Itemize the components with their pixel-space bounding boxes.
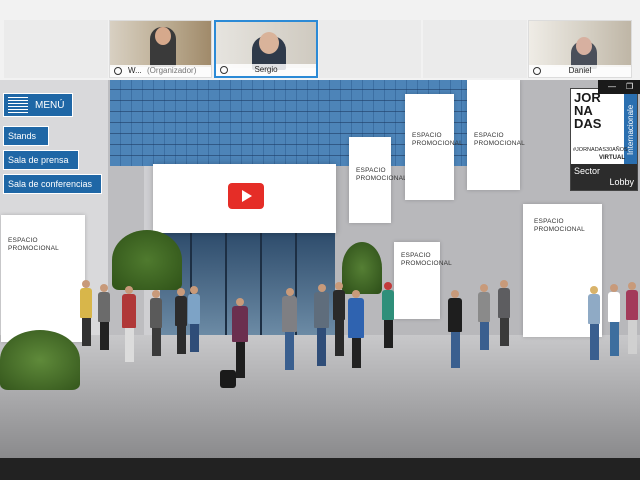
window-controls: — ❐ (598, 80, 640, 94)
participant-name: Sergio (254, 65, 278, 74)
visitor (314, 284, 329, 366)
participant-name: W... (128, 66, 142, 75)
visitor (348, 290, 364, 368)
promo-panel[interactable]: ESPACIO PROMOCIONAL (1, 215, 85, 342)
visitor (588, 286, 600, 360)
hamburger-icon (8, 97, 28, 113)
participant-name: Daniel (568, 66, 592, 75)
visitor (188, 286, 200, 352)
participant-role: (Organizador) (147, 66, 197, 75)
participant-face (259, 32, 279, 54)
menu-item-press-room[interactable]: Sala de prensa (3, 150, 79, 170)
participant-name-bar: Daniel (529, 65, 631, 77)
play-icon[interactable] (228, 183, 264, 209)
visitor (333, 282, 345, 356)
menu-item-conference-room[interactable]: Sala de conferencias (3, 174, 102, 194)
promo-label: ESPACIO PROMOCIONAL (474, 132, 525, 147)
participant-face (155, 27, 171, 45)
glass-mullion (225, 230, 227, 340)
bottom-bar (0, 458, 640, 480)
virtual-lobby: ESPACIO PROMOCIONAL ESPACIO PROMOCIONAL … (0, 80, 640, 458)
menu-item-label: Sala de conferencias (8, 179, 93, 189)
minimize-icon[interactable]: — (608, 82, 616, 91)
visitor (175, 288, 187, 354)
jornadas-sign: JOR NA DAS Internacionale #JORNADAS30AÑO… (570, 88, 638, 191)
empty-tile (4, 20, 108, 78)
menu-label: MENÚ (35, 99, 65, 111)
suitcase (220, 370, 236, 388)
sector-text: Sector (574, 166, 601, 176)
participant-video (216, 22, 316, 70)
sector-label: Sector Lobby (571, 164, 637, 190)
visitor (626, 282, 638, 354)
empty-tile (319, 20, 421, 78)
visitor (608, 284, 620, 356)
mic-icon (533, 67, 541, 75)
visitor (498, 280, 510, 346)
participant-tile-daniel[interactable]: Daniel (528, 20, 632, 78)
menu-button[interactable]: MENÚ (3, 93, 73, 117)
empty-tile (423, 20, 527, 78)
promo-panel[interactable]: ESPACIO PROMOCIONAL (394, 242, 452, 319)
jornadas-hashtag: #JORNADAS30AÑOS (573, 147, 628, 153)
promo-label: ESPACIO PROMOCIONAL (8, 237, 59, 252)
mic-icon (220, 66, 228, 74)
visitor (282, 288, 297, 370)
menu-item-label: Stands (8, 131, 37, 141)
mic-icon (114, 67, 122, 75)
visitor (150, 290, 162, 356)
jornadas-letters: JOR NA DAS (574, 90, 602, 131)
visitor (80, 280, 92, 346)
promo-panel[interactable]: ESPACIO PROMOCIONAL (405, 94, 463, 200)
participant-video (529, 21, 631, 69)
participant-tile-sergio[interactable]: Sergio (214, 20, 318, 78)
participant-tile-organizer[interactable]: W... (Organizador) (109, 20, 212, 78)
visitor (98, 284, 110, 350)
visitor (232, 298, 248, 378)
jornadas-side-label: Internacionale (624, 89, 637, 171)
jornadas-virtual: VIRTUAL (599, 155, 625, 161)
promo-panel[interactable]: ESPACIO PROMOCIONAL (467, 80, 525, 190)
menu-item-stands[interactable]: Stands (3, 126, 49, 146)
promo-panel[interactable]: ESPACIO PROMOCIONAL (349, 137, 407, 223)
lobby-text: Lobby (609, 177, 634, 187)
participant-video (110, 21, 211, 67)
visitor (122, 286, 136, 362)
restore-icon[interactable]: ❐ (626, 82, 633, 91)
visitor (478, 284, 490, 350)
participant-name-bar: Sergio (216, 64, 316, 76)
video-screen[interactable] (153, 164, 336, 233)
glass-mullion (260, 230, 262, 340)
video-call-strip: W... (Organizador) Sergio Daniel (0, 0, 640, 80)
plant (112, 230, 182, 290)
visitor (382, 282, 394, 348)
plant (342, 242, 382, 294)
promo-label: ESPACIO PROMOCIONAL (534, 218, 585, 233)
visitor (448, 290, 462, 368)
participant-face (576, 37, 592, 55)
participant-name-bar: W... (Organizador) (110, 65, 211, 77)
plant (0, 330, 80, 390)
menu-item-label: Sala de prensa (8, 155, 69, 165)
